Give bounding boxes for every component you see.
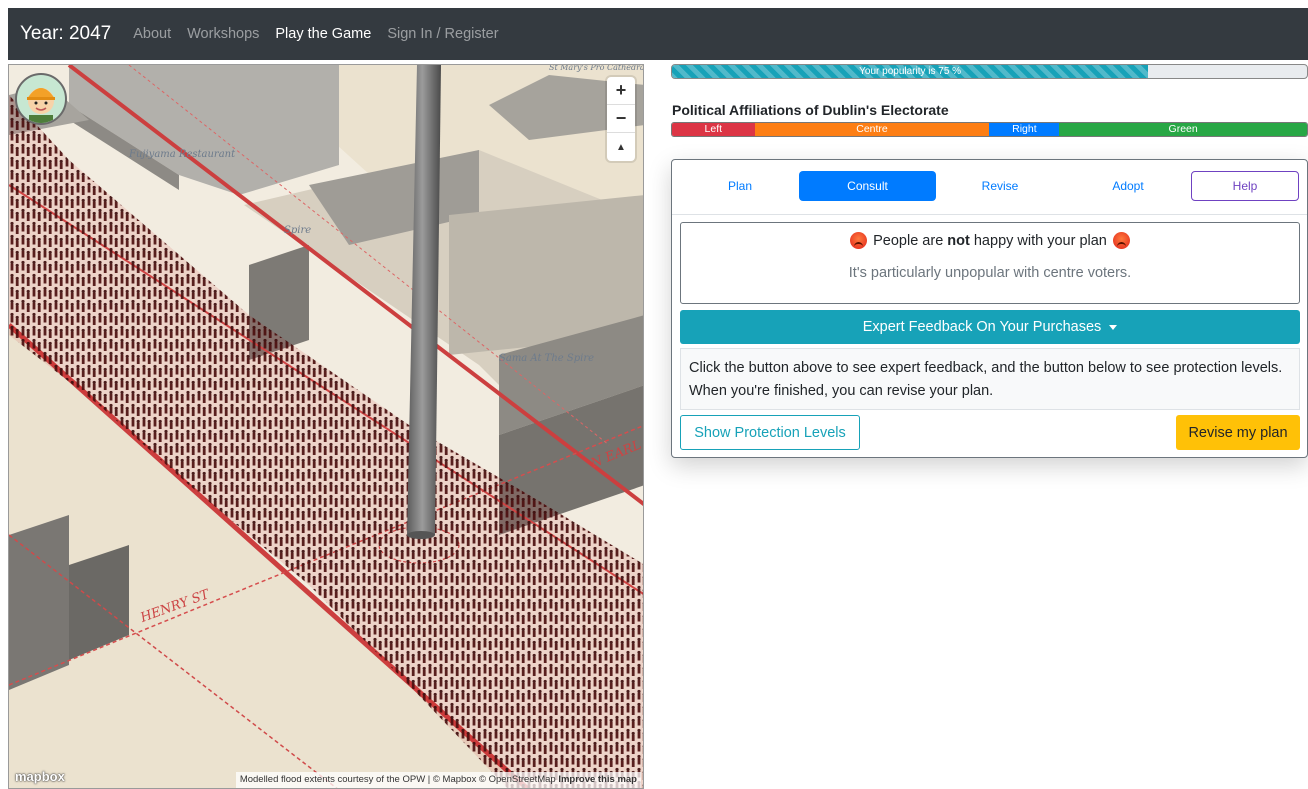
mapbox-logo[interactable]: mapbox — [15, 769, 65, 784]
player-avatar — [15, 73, 67, 125]
compass-button[interactable]: ▲ — [607, 133, 635, 161]
compass-icon: ▲ — [616, 141, 626, 153]
expert-feedback-label: Expert Feedback On Your Purchases — [862, 319, 1102, 335]
zoom-out-button[interactable]: − — [607, 105, 635, 133]
feedback-headline: People are not happy with your plan — [681, 232, 1299, 249]
revise-plan-button[interactable]: Revise my plan — [1176, 415, 1300, 450]
nav-link-about[interactable]: About — [133, 26, 171, 42]
nav-link-play-the-game[interactable]: Play the Game — [275, 26, 371, 42]
step-tabs: Plan Consult Revise Adopt Help — [672, 160, 1307, 215]
tab-consult[interactable]: Consult — [799, 171, 936, 201]
plan-card: Plan Consult Revise Adopt Help People ar… — [671, 159, 1308, 458]
feedback-suffix: happy with your plan — [969, 232, 1107, 249]
feedback-text: People are not happy with your plan — [873, 233, 1107, 249]
caret-down-icon — [1109, 324, 1118, 330]
affiliation-left: Left — [672, 123, 755, 136]
poi-sama: Sama At The Spire — [499, 353, 595, 364]
attribution-text: Modelled flood extents courtesy of the O… — [239, 774, 556, 785]
feedback-box: People are not happy with your plan It's… — [680, 222, 1300, 304]
affiliation-right: Right — [989, 123, 1060, 136]
angry-face-icon — [1112, 232, 1130, 249]
map-attribution: Modelled flood extents courtesy of the O… — [235, 772, 641, 788]
year-brand[interactable]: Year: 2047 — [20, 23, 111, 45]
poi-spire: Spire — [284, 225, 312, 236]
feedback-subtext: It's particularly unpopular with centre … — [848, 265, 1132, 281]
flood-map[interactable]: + − ▲ HENRY ST N EARL ST Fujiyama Restau… — [8, 64, 644, 789]
feedback-emphasis: not — [947, 232, 970, 249]
affiliation-centre: Centre — [754, 123, 990, 136]
nav-link-workshops[interactable]: Workshops — [187, 26, 259, 42]
poi-st-mary: St Mary's Pro Cathedral — [549, 64, 644, 72]
affiliations-title: Political Affiliations of Dublin's Elect… — [672, 102, 949, 118]
angry-face-icon — [850, 232, 868, 249]
nav-link-sign-in[interactable]: Sign In / Register — [387, 26, 498, 42]
tab-plan[interactable]: Plan — [680, 171, 800, 201]
help-button[interactable]: Help — [1191, 171, 1299, 201]
feedback-prefix: People are — [873, 232, 948, 249]
popularity-fill: Your popularity is 75 % — [672, 65, 1149, 78]
map-controls: + − ▲ — [607, 77, 635, 161]
affiliations-bar: Left Centre Right Green — [671, 122, 1308, 137]
tab-adopt[interactable]: Adopt — [1068, 171, 1188, 201]
expert-feedback-button[interactable]: Expert Feedback On Your Purchases — [680, 310, 1300, 344]
popularity-bar: Your popularity is 75 % — [671, 64, 1308, 79]
show-protection-levels-button[interactable]: Show Protection Levels — [680, 415, 860, 450]
map-canvas — [9, 65, 643, 788]
tab-revise[interactable]: Revise — [940, 171, 1060, 201]
zoom-in-button[interactable]: + — [607, 77, 635, 105]
top-navbar: Year: 2047 About Workshops Play the Game… — [8, 8, 1308, 60]
instructions-text: Click the button above to see expert fee… — [680, 348, 1300, 410]
improve-map-link[interactable]: Improve this map — [558, 774, 637, 785]
affiliation-green: Green — [1059, 123, 1307, 136]
poi-fujiyama: Fujiyama Restaurant — [129, 149, 236, 160]
